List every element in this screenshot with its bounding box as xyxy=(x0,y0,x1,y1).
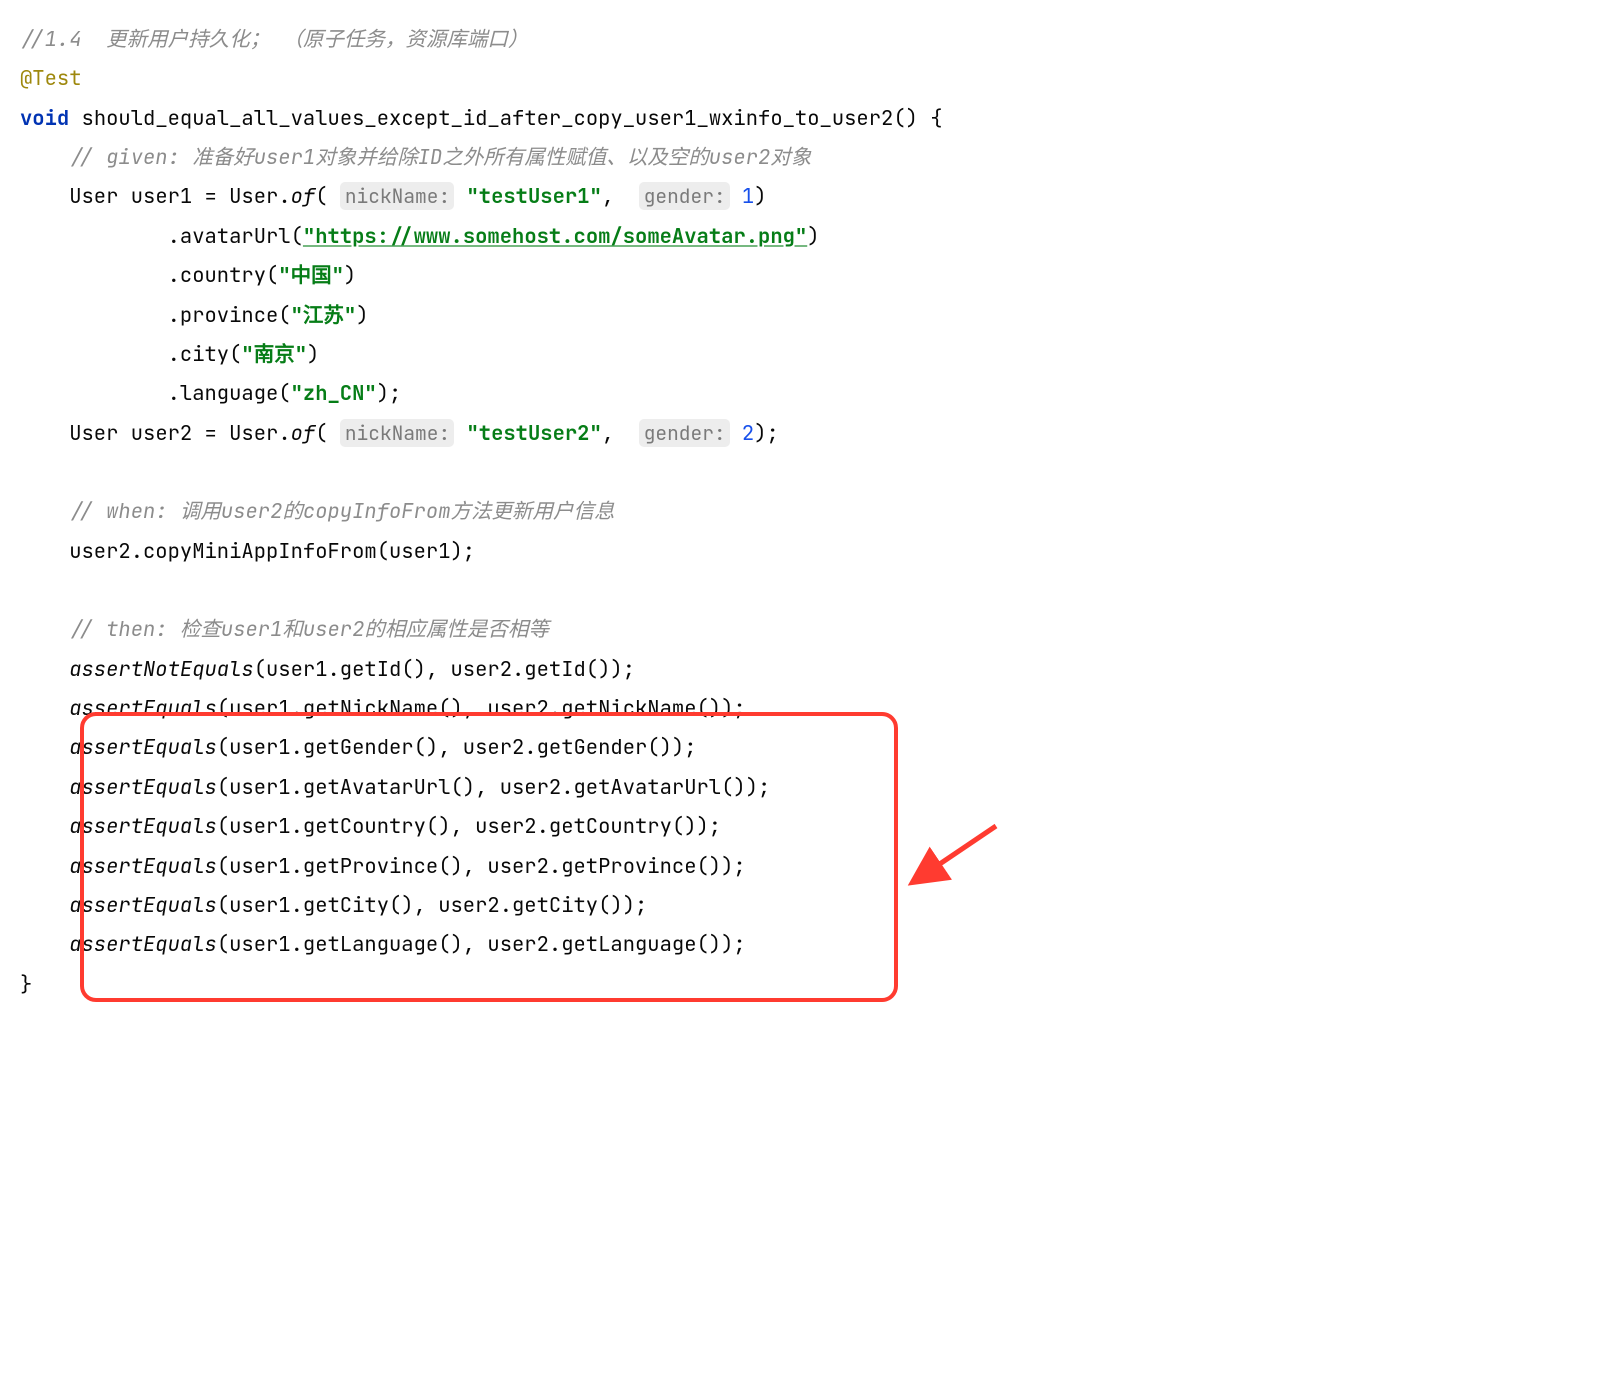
assert-eq-5: assertEquals xyxy=(69,853,217,880)
paren-close5: ) xyxy=(307,341,319,368)
string-testuser2: "testUser2" xyxy=(466,420,601,447)
builder-avatarurl: .avatarUrl( xyxy=(168,223,303,250)
assert-noteq: assertNotEquals xyxy=(69,656,254,683)
paren-close3: ) xyxy=(344,262,356,289)
comment-top: //1.4 更新用户持久化； （原子任务，资源库端口） xyxy=(20,26,528,53)
method-sig-open: () { xyxy=(893,105,942,132)
stmt-copy: user2.copyMiniAppInfoFrom(user1); xyxy=(69,538,475,565)
keyword-void: void xyxy=(20,105,69,132)
eq: = xyxy=(192,183,229,210)
string-language: "zh_CN" xyxy=(291,380,377,407)
var-user1: user1 xyxy=(131,183,193,210)
code-editor[interactable]: //1.4 更新用户持久化； （原子任务，资源库端口） @Test void s… xyxy=(20,20,1624,1083)
paren-close-semi: ); xyxy=(377,380,402,407)
builder-city: .city( xyxy=(168,341,242,368)
paren-close4: ) xyxy=(356,302,368,329)
method-of2: of xyxy=(291,420,316,447)
dot2: . xyxy=(278,420,290,447)
string-country: "中国" xyxy=(278,262,344,289)
brace-close: } xyxy=(20,971,32,998)
assert-eq-1: assertEquals xyxy=(69,695,217,722)
type-user3: User xyxy=(69,420,118,447)
number-2: 2 xyxy=(742,420,754,447)
assert-eq-6: assertEquals xyxy=(69,892,217,919)
assert-eq-4: assertEquals xyxy=(69,813,217,840)
assert-line-id: (user1.getId(), user2.getId()); xyxy=(254,656,635,683)
comment-when: // when: 调用user2的copyInfoFrom方法更新用户信息 xyxy=(69,498,614,525)
param-hint-nickname2: nickName: xyxy=(340,419,454,447)
param-hint-gender2: gender: xyxy=(639,419,730,447)
assert-line-nick: (user1.getNickName(), user2.getNickName(… xyxy=(217,695,746,722)
eq2: = xyxy=(192,420,229,447)
builder-province: .province( xyxy=(168,302,291,329)
assert-eq-7: assertEquals xyxy=(69,931,217,958)
method-of: of xyxy=(291,183,316,210)
arrow-annotation xyxy=(904,739,1004,947)
param-hint-gender: gender: xyxy=(639,182,730,210)
paren-close: ) xyxy=(754,183,766,210)
string-province: "江苏" xyxy=(291,302,357,329)
assert-eq-3: assertEquals xyxy=(69,774,217,801)
assert-line-city: (user1.getCity(), user2.getCity()); xyxy=(217,892,648,919)
type-user2: User xyxy=(229,183,278,210)
builder-language: .language( xyxy=(168,380,291,407)
comment-given: // given: 准备好user1对象并给除ID之外所有属性赋值、以及空的us… xyxy=(69,144,811,171)
paren-close2: ) xyxy=(807,223,819,250)
param-hint-nickname: nickName: xyxy=(340,182,454,210)
assert-line-province: (user1.getProvince(), user2.getProvince(… xyxy=(217,853,746,880)
string-city: "南京" xyxy=(241,341,307,368)
var-user2: user2 xyxy=(131,420,193,447)
string-testuser1: "testUser1" xyxy=(466,183,601,210)
number-1: 1 xyxy=(742,183,754,210)
method-name: should_equal_all_values_except_id_after_… xyxy=(82,105,894,132)
annotation-test: @Test xyxy=(20,65,82,92)
dot: . xyxy=(278,183,290,210)
string-avatarurl: "https://www.somehost.com/someAvatar.png… xyxy=(303,223,807,250)
assert-eq-2: assertEquals xyxy=(69,734,217,761)
assert-line-language: (user1.getLanguage(), user2.getLanguage(… xyxy=(217,931,746,958)
assert-line-gender: (user1.getGender(), user2.getGender()); xyxy=(217,734,697,761)
assert-line-avatar: (user1.getAvatarUrl(), user2.getAvatarUr… xyxy=(217,774,771,801)
assert-line-country: (user1.getCountry(), user2.getCountry())… xyxy=(217,813,721,840)
type-user4: User xyxy=(229,420,278,447)
paren-close-semi2: ); xyxy=(754,420,779,447)
comment-then: // then: 检查user1和user2的相应属性是否相等 xyxy=(69,616,549,643)
builder-country: .country( xyxy=(168,262,279,289)
type-user: User xyxy=(69,183,118,210)
